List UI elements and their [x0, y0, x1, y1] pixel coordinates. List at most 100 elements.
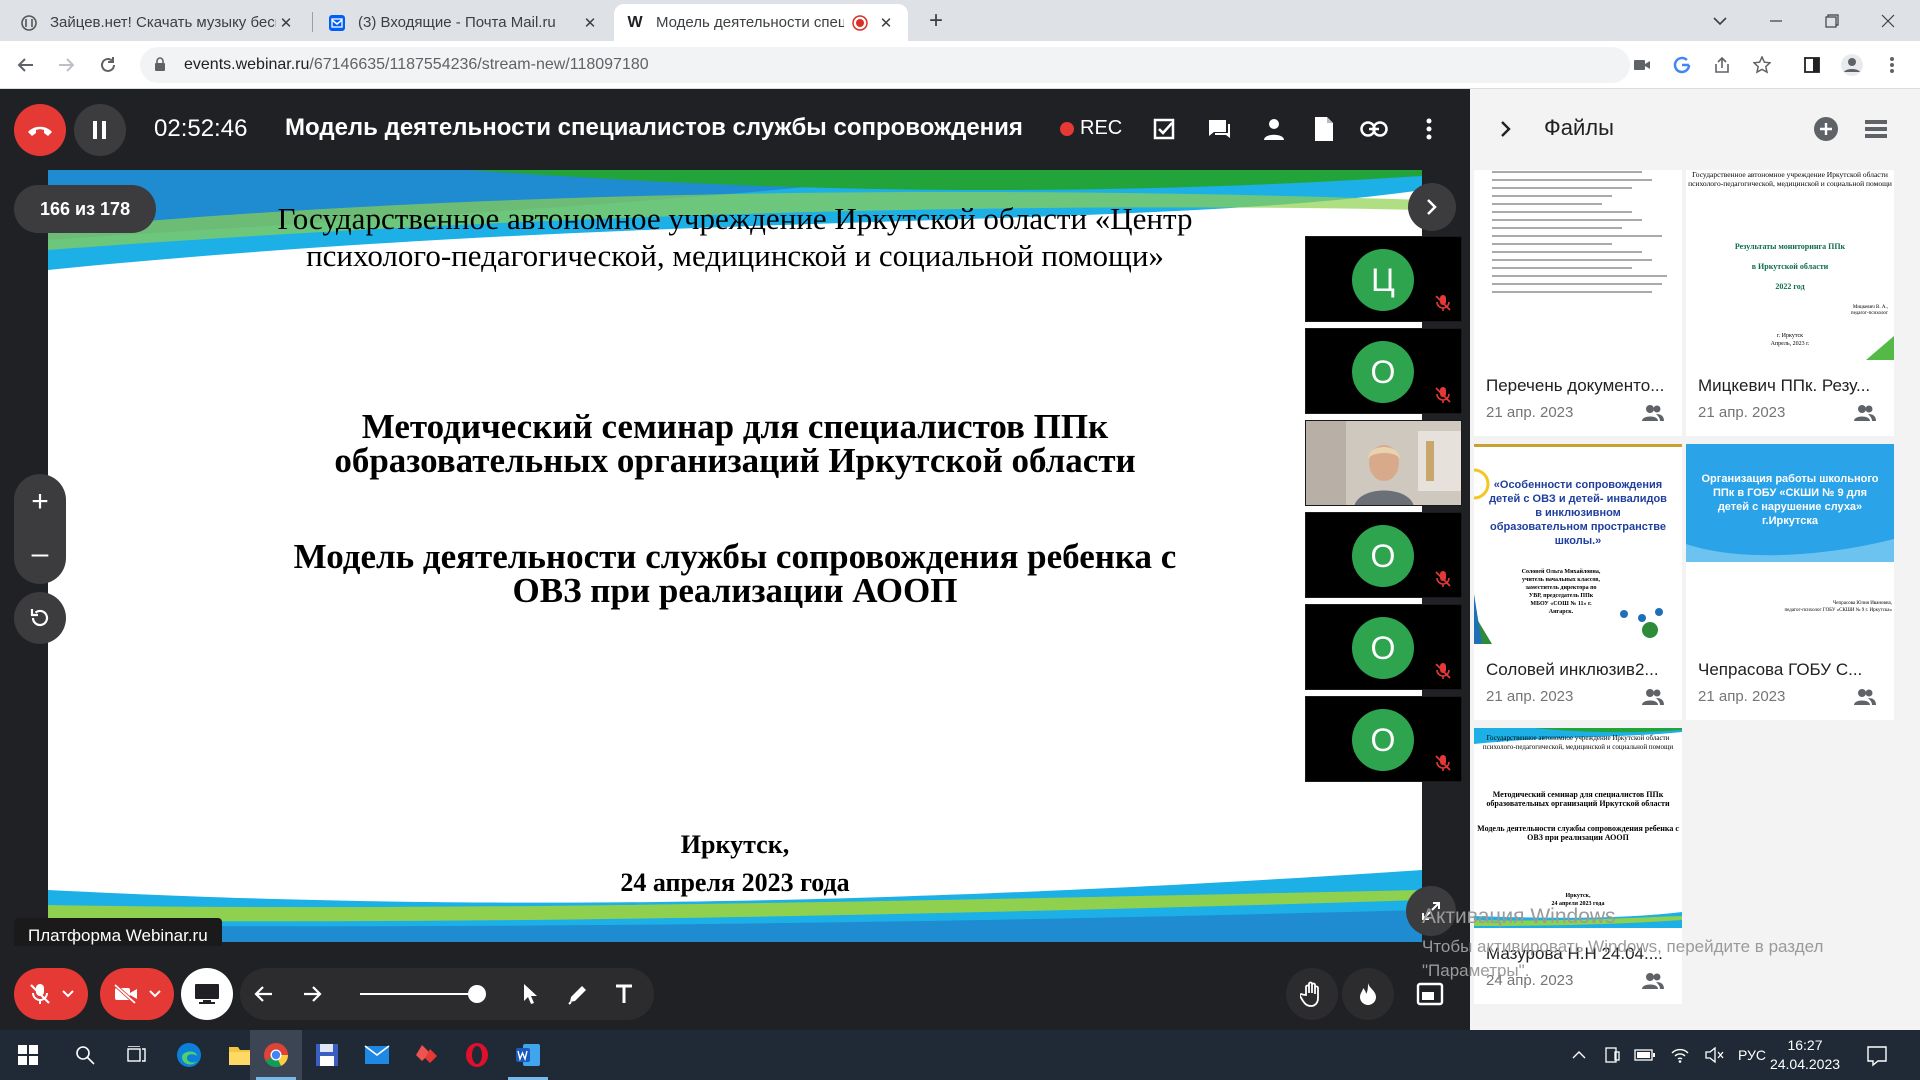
zoom-out-button[interactable]: –	[14, 528, 66, 580]
collapse-panel-button[interactable]	[1490, 113, 1522, 145]
floppy-disk-icon	[316, 1044, 338, 1066]
tab-zaycev[interactable]: Зайцев.нет! Скачать музыку бесплатно ✕	[8, 4, 308, 41]
pen-tool[interactable]	[558, 968, 598, 1020]
camera-permission-icon[interactable]	[1628, 51, 1656, 79]
new-tab-button[interactable]: +	[922, 7, 950, 35]
notifications-icon[interactable]	[1862, 1040, 1892, 1070]
file-card[interactable]: Организация работы школьного ППк в ГОБУ …	[1686, 444, 1894, 720]
share-icon[interactable]	[1708, 51, 1736, 79]
next-slide-button[interactable]	[1408, 183, 1456, 231]
taskbar-search-button[interactable]	[60, 1030, 110, 1080]
shared-users-icon	[1854, 689, 1876, 705]
taskbar-app-anydesk[interactable]	[402, 1030, 452, 1080]
list-view-button[interactable]	[1860, 113, 1892, 145]
volume-muted-icon[interactable]	[1704, 1047, 1724, 1063]
file-date: 21 апр. 2023	[1698, 688, 1786, 705]
reactions-button[interactable]	[1342, 968, 1394, 1020]
close-window-icon[interactable]	[1864, 0, 1912, 41]
file-name: Соловей инклюзив2...	[1486, 660, 1659, 679]
slide-place-date: Иркутск, 24 апреля 2023 года	[620, 830, 850, 897]
taskbar-app-chrome[interactable]	[250, 1030, 302, 1080]
file-card[interactable]: Перечень документо... 21 апр. 2023	[1474, 170, 1682, 436]
volume-slider-track[interactable]	[360, 993, 476, 995]
taskbar-app-opera[interactable]	[452, 1030, 502, 1080]
chat-button[interactable]	[1203, 113, 1235, 145]
tab-mail[interactable]: (3) Входящие - Почта Mail.ru ✕	[316, 4, 612, 41]
zoom-controls: + –	[14, 474, 66, 584]
add-file-button[interactable]	[1810, 113, 1842, 145]
pointer-tool[interactable]	[510, 968, 550, 1020]
close-tab-icon[interactable]: ✕	[876, 14, 896, 32]
task-view-button[interactable]	[112, 1030, 162, 1080]
slide-organization: Государственное автономное учреждение Ир…	[277, 201, 1193, 273]
slide-topic: Модель деятельности службы сопровождения…	[293, 537, 1177, 610]
participants-button[interactable]	[1258, 113, 1290, 145]
previous-slide-button[interactable]	[244, 968, 284, 1020]
participant-tile[interactable]: О	[1305, 696, 1462, 782]
bookmark-star-icon[interactable]	[1748, 51, 1776, 79]
chrome-icon	[264, 1043, 288, 1067]
reset-view-button[interactable]	[14, 592, 66, 644]
document-lines-thumbnail	[1492, 171, 1667, 293]
participant-tile[interactable]: Ц	[1305, 236, 1462, 322]
shared-users-icon	[1854, 405, 1876, 421]
file-card[interactable]: «Особенности сопровождения детей с ОВЗ и…	[1474, 444, 1682, 720]
pause-button[interactable]	[74, 104, 126, 156]
wifi-icon[interactable]	[1670, 1047, 1690, 1063]
next-slide-arrow-button[interactable]	[292, 968, 332, 1020]
raise-hand-button[interactable]	[1286, 968, 1338, 1020]
arrow-right-icon	[304, 986, 322, 1002]
mic-muted-icon	[1435, 387, 1451, 403]
participant-tile[interactable]: О	[1305, 604, 1462, 690]
participant-tile[interactable]: О	[1305, 328, 1462, 414]
restore-icon[interactable]	[1808, 0, 1856, 41]
close-tab-icon[interactable]: ✕	[580, 14, 600, 32]
person-icon	[1264, 119, 1284, 140]
url-bar[interactable]: events.webinar.ru/67146635/1187554236/st…	[140, 47, 1630, 83]
device-icon[interactable]	[1604, 1046, 1620, 1064]
link-icon	[1360, 121, 1388, 137]
tab-webinar[interactable]: W Модель деятельности специалистов служб…	[614, 4, 908, 41]
taskbar-app-word[interactable]	[502, 1030, 554, 1080]
camera-toggle[interactable]	[100, 968, 174, 1020]
camera-off-icon	[113, 984, 137, 1004]
taskbar-app-save[interactable]	[302, 1030, 352, 1080]
close-tab-icon[interactable]: ✕	[276, 14, 296, 32]
avatar: О	[1352, 709, 1414, 771]
mic-off-icon	[30, 984, 50, 1004]
participant-tile[interactable]: О	[1305, 512, 1462, 598]
tab-search-icon[interactable]	[1696, 0, 1744, 41]
more-options-button[interactable]	[1413, 113, 1445, 145]
monitor-icon	[195, 984, 219, 1004]
files-button[interactable]	[1308, 113, 1340, 145]
file-card[interactable]: Государственное автономное учреждение Ир…	[1686, 170, 1894, 436]
zoom-in-button[interactable]: +	[14, 476, 66, 528]
minimize-icon[interactable]	[1752, 0, 1800, 41]
text-tool[interactable]	[604, 968, 644, 1020]
link-button[interactable]	[1358, 113, 1390, 145]
reload-icon[interactable]	[94, 51, 122, 79]
profile-avatar-icon[interactable]	[1838, 51, 1866, 79]
screen-share-button[interactable]	[181, 968, 233, 1020]
leave-call-button[interactable]	[14, 104, 66, 156]
plus-circle-icon	[1814, 117, 1838, 141]
taskbar-app-edge[interactable]	[164, 1030, 214, 1080]
start-button[interactable]	[0, 1030, 56, 1080]
microphone-toggle[interactable]	[14, 968, 88, 1020]
chevron-up-icon[interactable]	[1572, 1050, 1586, 1060]
google-translate-icon[interactable]	[1668, 51, 1696, 79]
volume-slider-handle[interactable]	[468, 985, 486, 1003]
back-icon[interactable]	[12, 51, 40, 79]
taskbar-clock[interactable]: 16:27 24.04.2023	[1760, 1036, 1850, 1074]
participant-video-tile[interactable]	[1305, 420, 1462, 506]
forward-icon[interactable]	[52, 51, 80, 79]
taskbar-app-mail[interactable]	[352, 1030, 402, 1080]
battery-icon[interactable]	[1634, 1049, 1656, 1061]
pause-icon	[93, 121, 106, 139]
zaycev-icon	[20, 14, 38, 32]
text-icon	[616, 984, 632, 1003]
side-panel-icon[interactable]	[1798, 51, 1826, 79]
mic-muted-icon	[1435, 571, 1451, 587]
tasks-button[interactable]	[1148, 113, 1180, 145]
kebab-menu-icon[interactable]	[1878, 51, 1906, 79]
